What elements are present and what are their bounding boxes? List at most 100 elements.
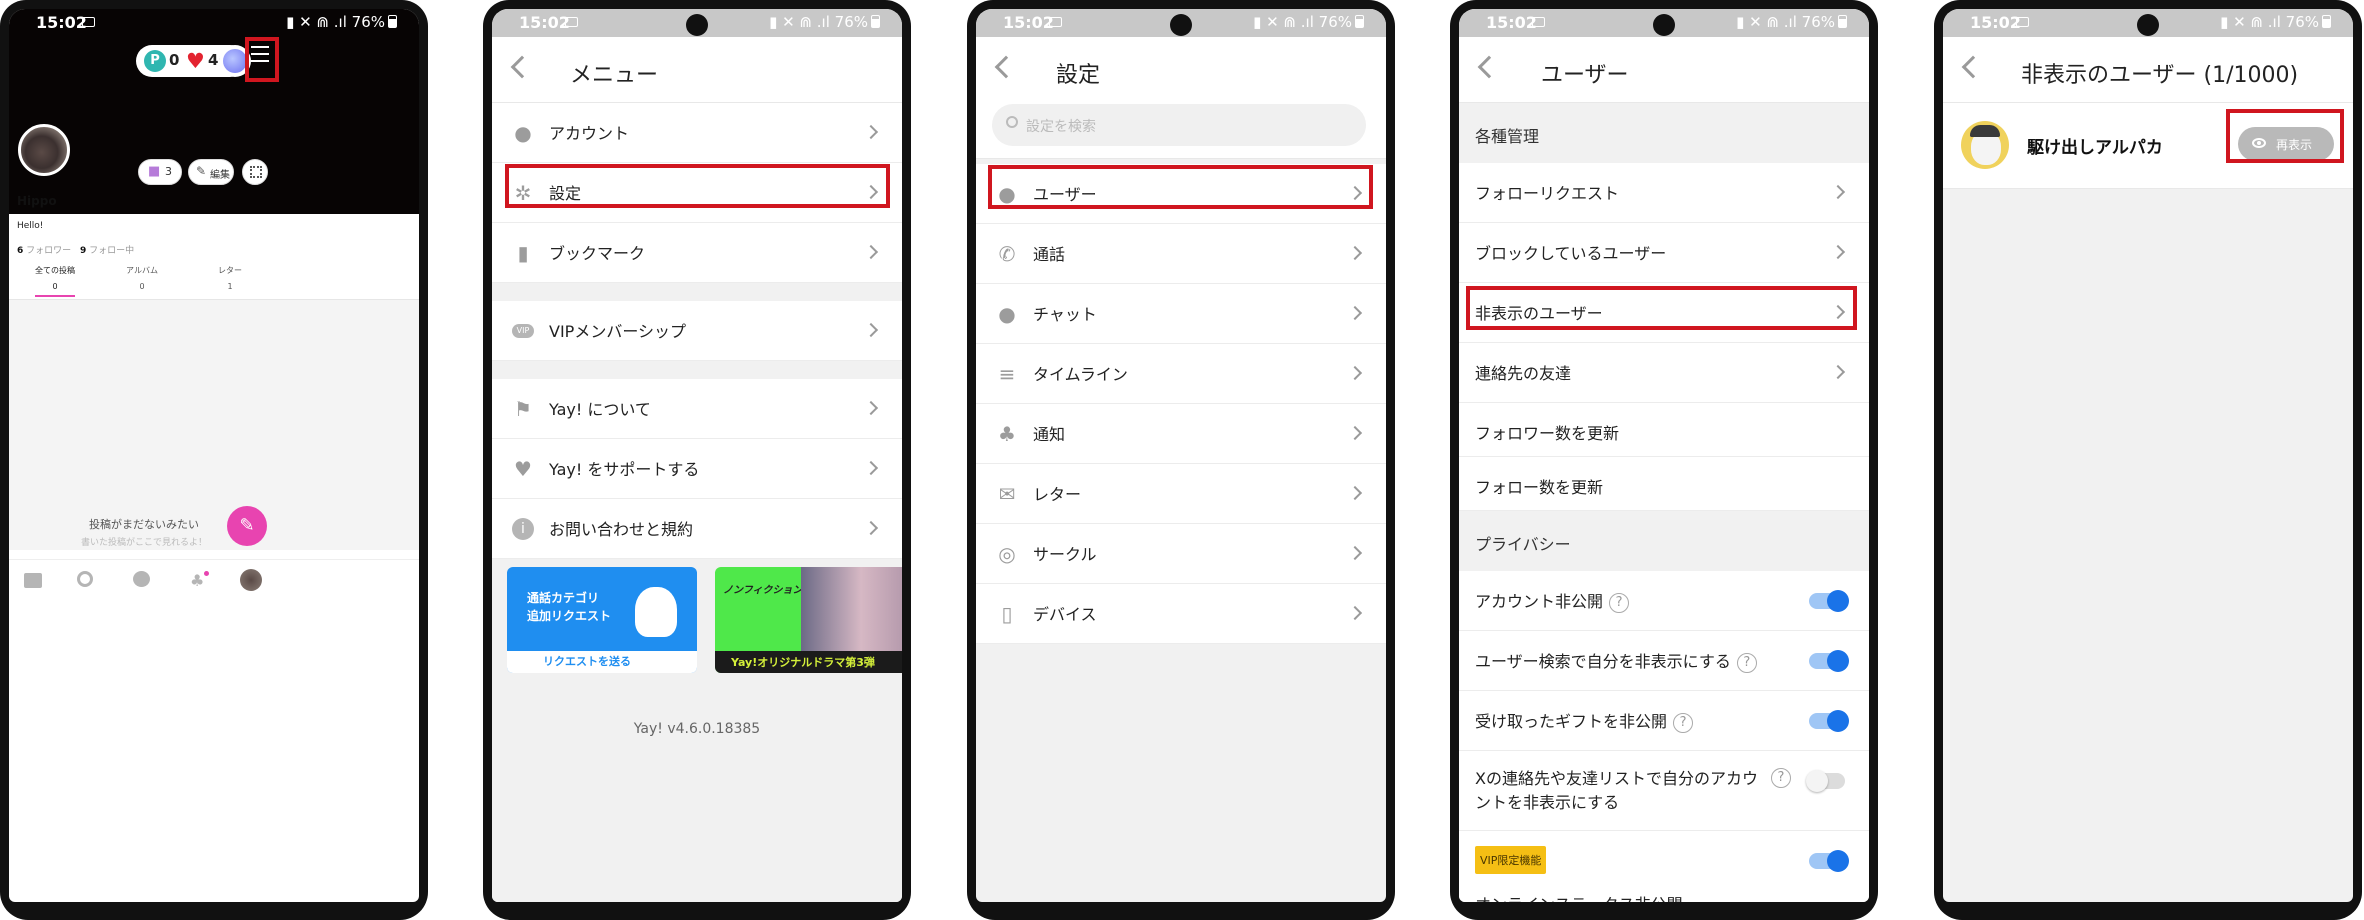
page-title: 設定: [1056, 63, 1101, 88]
menu-item-support[interactable]: ♥ Yay! をサポートする: [492, 439, 902, 499]
following-label[interactable]: フォロー中: [89, 246, 134, 256]
gallery-icon: [82, 17, 95, 27]
nav-profile-avatar[interactable]: [240, 569, 262, 591]
following-count[interactable]: 9: [80, 246, 86, 256]
nav-home-icon[interactable]: [24, 573, 42, 588]
settings-item-device[interactable]: ▯ デバイス: [976, 584, 1386, 644]
menu-item-contact[interactable]: i お問い合わせと規約: [492, 499, 902, 559]
status-time: 15:02: [1003, 13, 1054, 32]
back-arrow-icon[interactable]: [510, 55, 534, 79]
menu-item-label: アカウント: [549, 124, 630, 143]
settings-item-call[interactable]: ✆ 通話: [976, 224, 1386, 284]
nav-explore-icon[interactable]: [77, 571, 93, 587]
drama-people: [801, 567, 902, 651]
tab-album[interactable]: アルバム 0: [104, 265, 180, 297]
user-item-follow-requests[interactable]: フォローリクエスト: [1459, 163, 1869, 223]
settings-item-timeline[interactable]: ≡ タイムライン: [976, 344, 1386, 404]
settings-item-circle[interactable]: ◎ サークル: [976, 524, 1386, 584]
privacy-label-line2: ントを非表示にする: [1475, 793, 1620, 812]
back-arrow-icon[interactable]: [1961, 55, 1985, 79]
settings-item-label: 通知: [1033, 425, 1066, 444]
front-camera: [1653, 14, 1675, 36]
menu-item-label: Yay! について: [549, 400, 651, 419]
status-time: 15:02: [36, 13, 87, 32]
tab-count: 0: [139, 282, 145, 291]
followers-label[interactable]: フォロワー: [26, 246, 71, 256]
gift-button[interactable]: ■ 3: [138, 159, 182, 185]
qr-button[interactable]: [242, 159, 268, 185]
status-battery: 76%: [1801, 13, 1835, 31]
user-item-refresh-followers[interactable]: フォロワー数を更新: [1459, 403, 1869, 457]
banner-drama[interactable]: ノンフィクションガール Yay!オリジナルドラマ第3弾: [715, 567, 902, 673]
status-icons: ▮ ✕ ⋒ .ıl 76%: [1736, 13, 1847, 31]
banner-call-request[interactable]: 通話カテゴリ 追加リクエスト リクエストを送る: [507, 567, 697, 673]
menu-item-about[interactable]: ⚑ Yay! について: [492, 379, 902, 439]
tab-all-posts[interactable]: 全ての投稿 0: [17, 265, 93, 297]
followers-count[interactable]: 6: [17, 246, 23, 256]
settings-item-label: タイムライン: [1033, 365, 1128, 384]
highlight-menu: [245, 37, 279, 82]
back-arrow-icon[interactable]: [994, 55, 1018, 79]
chevron-right-icon: [1347, 365, 1363, 381]
bottom-nav: [9, 559, 419, 609]
user-item-label: ブロックしているユーザー: [1475, 244, 1667, 263]
toggle-hide-gifts[interactable]: [1809, 710, 1849, 732]
banner-line2: 追加リクエスト: [527, 609, 612, 623]
tab-letter[interactable]: レター 1: [192, 265, 268, 297]
avatar[interactable]: [18, 124, 70, 176]
chevron-right-icon: [1347, 545, 1363, 561]
settings-search-input[interactable]: 設定を検索: [992, 104, 1366, 146]
back-arrow-icon[interactable]: [1477, 55, 1501, 79]
pencil-icon: ✎: [196, 164, 207, 178]
status-battery: 76%: [2285, 13, 2319, 31]
toggle-private-account[interactable]: [1809, 590, 1849, 612]
user-item-refresh-following[interactable]: フォロー数を更新: [1459, 457, 1869, 511]
menu-header: メニュー: [492, 37, 902, 103]
status-symbols: ▮ ✕ ⋒ .ıl: [769, 13, 835, 31]
user-item-contacts[interactable]: 連絡先の友達: [1459, 343, 1869, 403]
menu-item-account[interactable]: ● アカウント: [492, 103, 902, 163]
privacy-item-online-status[interactable]: VIP限定機能 オンラインステータス非公開: [1459, 831, 1869, 902]
nav-chat-icon[interactable]: [133, 571, 150, 587]
status-battery: 76%: [834, 13, 868, 31]
vip-icon: VIP: [512, 324, 534, 338]
settings-item-chat[interactable]: ● チャット: [976, 284, 1386, 344]
menu-item-bookmark[interactable]: ▮ ブックマーク: [492, 223, 902, 283]
help-icon[interactable]: ?: [1673, 713, 1694, 733]
compose-icon: ✎: [239, 515, 255, 536]
highlight-user: [988, 165, 1373, 209]
status-icons: ▮ ✕ ⋒ .ıl 76%: [1253, 13, 1364, 31]
status-time: 15:02: [519, 13, 570, 32]
edit-button[interactable]: ✎ 編集: [188, 159, 234, 185]
settings-item-letter[interactable]: ✉ レター: [976, 464, 1386, 524]
gallery-icon: [565, 17, 578, 27]
user-item-label: フォロー数を更新: [1475, 478, 1604, 497]
envelope-icon: ✉: [998, 482, 1016, 506]
settings-header: 設定: [976, 37, 1386, 103]
privacy-item-private-account[interactable]: アカウント非公開?: [1459, 571, 1869, 631]
user-avatar[interactable]: [1961, 121, 2009, 169]
menu-item-vip[interactable]: VIP VIPメンバーシップ: [492, 301, 902, 361]
privacy-item-hide-x-contacts[interactable]: Xの連絡先や友達リストで自分のアカウ ントを非表示にする ?: [1459, 751, 1869, 831]
help-icon[interactable]: ?: [1771, 768, 1791, 788]
toggle-hide-x-contacts[interactable]: [1806, 770, 1845, 792]
toggle-knob: [1827, 650, 1849, 672]
chevron-right-icon: [1830, 184, 1846, 200]
help-icon[interactable]: ?: [1609, 593, 1630, 613]
toggle-knob: [1806, 770, 1828, 792]
toggle-online-status[interactable]: [1809, 850, 1849, 872]
chevron-right-icon: [1347, 245, 1363, 261]
gift-icon: ■: [148, 164, 161, 179]
hidden-user-name[interactable]: 駆け出しアルパカ: [2027, 133, 2163, 158]
status-symbols: ▮ ✕ ⋒ .ıl: [286, 13, 352, 31]
toggle-hide-search[interactable]: [1809, 650, 1849, 672]
phone-settings: 15:02 ▮ ✕ ⋒ .ıl 76% 設定 設定を検索 ● ユーザー ✆ 通話…: [967, 0, 1395, 920]
nav-bell-icon[interactable]: ♣: [190, 571, 204, 590]
section-gap: [492, 283, 902, 301]
privacy-item-hide-gifts[interactable]: 受け取ったギフトを非公開?: [1459, 691, 1869, 751]
settings-item-notification[interactable]: ♣ 通知: [976, 404, 1386, 464]
user-item-blocked[interactable]: ブロックしているユーザー: [1459, 223, 1869, 283]
help-icon[interactable]: ?: [1736, 653, 1757, 673]
compose-fab[interactable]: ✎: [227, 506, 267, 546]
privacy-item-hide-search[interactable]: ユーザー検索で自分を非表示にする?: [1459, 631, 1869, 691]
